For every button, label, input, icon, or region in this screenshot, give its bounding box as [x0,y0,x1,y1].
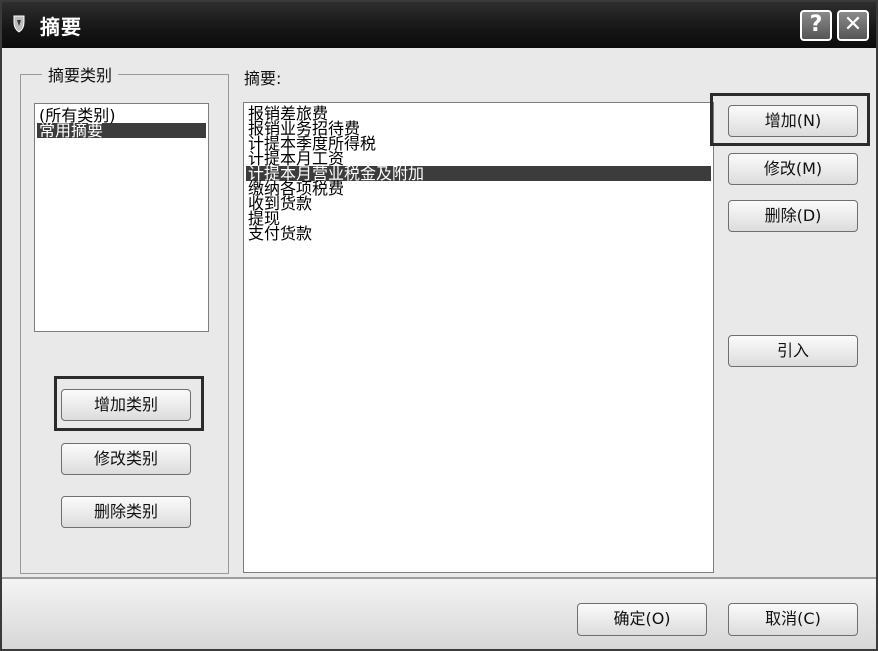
title-bar[interactable]: 摘要 ? ✕ [2,2,876,48]
import-button[interactable]: 引入 [728,335,858,367]
summary-item[interactable]: 收到货款 [246,196,711,212]
app-icon [13,15,25,33]
add-category-button[interactable]: 增加类别 [61,389,191,421]
delete-summary-button[interactable]: 删除(D) [728,200,858,232]
close-button[interactable]: ✕ [837,10,869,41]
delete-category-button[interactable]: 删除类别 [61,496,191,528]
edit-category-button[interactable]: 修改类别 [61,443,191,475]
category-list[interactable]: (所有类别) 常用摘要 [34,103,209,332]
help-button[interactable]: ? [800,10,832,41]
summary-item[interactable]: 提现 [246,211,711,227]
category-group-label: 摘要类别 [42,62,119,86]
add-summary-button[interactable]: 增加(N) [728,105,858,137]
category-item-selected[interactable]: 常用摘要 [37,123,206,139]
summary-list-label: 摘要: [244,69,282,88]
summary-item[interactable]: 缴纳各项税费 [246,181,711,197]
ok-button[interactable]: 确定(O) [577,603,707,636]
summary-item[interactable]: 支付货款 [246,226,711,242]
edit-summary-button[interactable]: 修改(M) [728,153,858,185]
window-title: 摘要 [40,15,82,39]
summary-list[interactable]: 报销差旅费 报销业务招待费 计提本季度所得税 计提本月工资 计提本月营业税金及附… [243,102,714,573]
summary-dialog: 摘要 ? ✕ 摘要类别 (所有类别) 常用摘要 增加类别 修改类别 删除类别 摘… [0,0,878,651]
cancel-button[interactable]: 取消(C) [728,603,858,636]
